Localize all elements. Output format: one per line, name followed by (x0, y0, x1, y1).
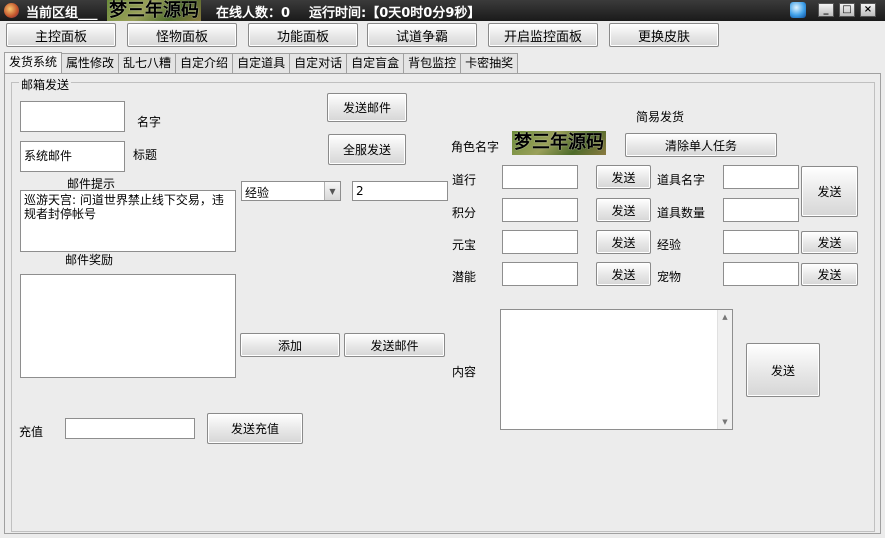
mail-reward-list[interactable] (20, 274, 236, 378)
logo-watermark-2: 梦三年源码 (512, 131, 606, 155)
tab-custom-intro[interactable]: 自定介绍 (175, 53, 234, 73)
send-recharge-button[interactable]: 发送充值 (207, 413, 303, 444)
tab-bag-monitor[interactable]: 背包监控 (403, 53, 462, 73)
content-label: 内容 (452, 365, 477, 379)
online-count: 在线人数：0 (216, 6, 291, 21)
item-name-label: 道具名字 (657, 173, 706, 187)
name-label: 名字 (137, 115, 162, 129)
trial-battle-button[interactable]: 试道争霸 (367, 23, 477, 47)
recharge-label: 充值 (19, 425, 44, 439)
tab-attribute[interactable]: 属性修改 (61, 53, 120, 73)
mail-group-title: 邮箱发送 (19, 76, 72, 93)
item-send-button[interactable]: 发送 (801, 166, 858, 217)
reward-amount-input[interactable]: 2 (352, 181, 448, 201)
main-window: 主控面板 怪物面板 功能面板 试道争霸 开启监控面板 更换皮肤 发货系统 属性修… (0, 21, 885, 538)
close-button[interactable]: × (860, 3, 876, 17)
zone-label: 当前区组___ (26, 6, 98, 21)
function-panel-button[interactable]: 功能面板 (248, 23, 358, 47)
jifen-send-button[interactable]: 发送 (596, 198, 651, 222)
content-scrollbar[interactable]: ▲ ▼ (717, 310, 732, 429)
scroll-up-icon[interactable]: ▲ (718, 310, 732, 324)
quick-ship-title: 简易发货 (636, 110, 685, 124)
item-count-input[interactable] (723, 198, 799, 222)
mail-hint-textarea[interactable]: 巡游天宫: 问道世界禁止线下交易，违规者封停帐号 (20, 190, 236, 252)
item-name-input[interactable] (723, 165, 799, 189)
daoxing-input[interactable] (502, 165, 578, 189)
tab-custom-item[interactable]: 自定道具 (232, 53, 291, 73)
logo-watermark: 梦三年源码 (107, 0, 201, 22)
monitor-panel-button[interactable]: 开启监控面板 (488, 23, 598, 47)
maximize-button[interactable]: □ (839, 3, 855, 17)
scroll-down-icon[interactable]: ▼ (718, 415, 732, 429)
qianneng-label: 潜能 (452, 270, 477, 284)
clear-task-button[interactable]: 清除单人任务 (625, 133, 777, 157)
exp-label: 经验 (657, 238, 682, 252)
exp-send-button[interactable]: 发送 (801, 231, 858, 254)
main-panel-button[interactable]: 主控面板 (6, 23, 116, 47)
add-reward-button[interactable]: 添加 (240, 333, 340, 357)
tab-custom-dialog[interactable]: 自定对话 (289, 53, 348, 73)
jifen-input[interactable] (502, 198, 578, 222)
daoxing-send-button[interactable]: 发送 (596, 165, 651, 189)
qianneng-send-button[interactable]: 发送 (596, 262, 651, 286)
yuanbao-input[interactable] (502, 230, 578, 254)
content-send-button[interactable]: 发送 (746, 343, 820, 397)
item-count-label: 道具数量 (657, 206, 706, 220)
send-all-button[interactable]: 全服发送 (328, 134, 406, 165)
pet-send-button[interactable]: 发送 (801, 263, 858, 286)
jifen-label: 积分 (452, 206, 477, 220)
tab-bar: 发货系统 属性修改 乱七八糟 自定介绍 自定道具 自定对话 自定盲盒 背包监控 … (4, 52, 519, 73)
title-input[interactable]: 系统邮件 (20, 141, 125, 172)
send-mail-button-2[interactable]: 发送邮件 (344, 333, 445, 357)
title-label: 标题 (133, 148, 158, 162)
runtime-label: 运行时间:【0天0时0分9秒】 (309, 6, 481, 21)
mail-reward-label: 邮件奖励 (65, 253, 114, 267)
qianneng-input[interactable] (502, 262, 578, 286)
send-mail-button[interactable]: 发送邮件 (327, 93, 407, 122)
monster-panel-button[interactable]: 怪物面板 (127, 23, 237, 47)
title-bar: 当前区组___ 梦三年源码 在线人数：0 运行时间:【0天0时0分9秒】 _ □… (0, 0, 885, 22)
gem-icon[interactable] (790, 2, 806, 18)
reward-type-value: 经验 (245, 186, 270, 200)
pet-input[interactable] (723, 262, 799, 286)
minimize-button[interactable]: _ (818, 3, 834, 17)
yuanbao-label: 元宝 (452, 238, 477, 252)
content-textarea[interactable]: ▲ ▼ (500, 309, 733, 430)
app-icon (4, 3, 19, 18)
exp-input[interactable] (723, 230, 799, 254)
tab-misc[interactable]: 乱七八糟 (118, 53, 177, 73)
yuanbao-send-button[interactable]: 发送 (596, 230, 651, 254)
pet-label: 宠物 (657, 270, 682, 284)
reward-type-select[interactable]: 经验 ▼ (241, 181, 341, 201)
name-input[interactable] (20, 101, 125, 132)
tab-shipping[interactable]: 发货系统 (4, 52, 63, 73)
role-name-label: 角色名字 (451, 140, 500, 154)
daoxing-label: 道行 (452, 173, 477, 187)
tab-panel: 邮箱发送 名字 系统邮件 标题 发送邮件 全服发送 邮件提示 巡游天宫: 问道世… (4, 73, 881, 534)
tab-custom-blindbox[interactable]: 自定盲盒 (346, 53, 405, 73)
tab-card-lottery[interactable]: 卡密抽奖 (460, 53, 519, 73)
change-skin-button[interactable]: 更换皮肤 (609, 23, 719, 47)
recharge-input[interactable] (65, 418, 195, 439)
chevron-down-icon[interactable]: ▼ (324, 182, 340, 200)
